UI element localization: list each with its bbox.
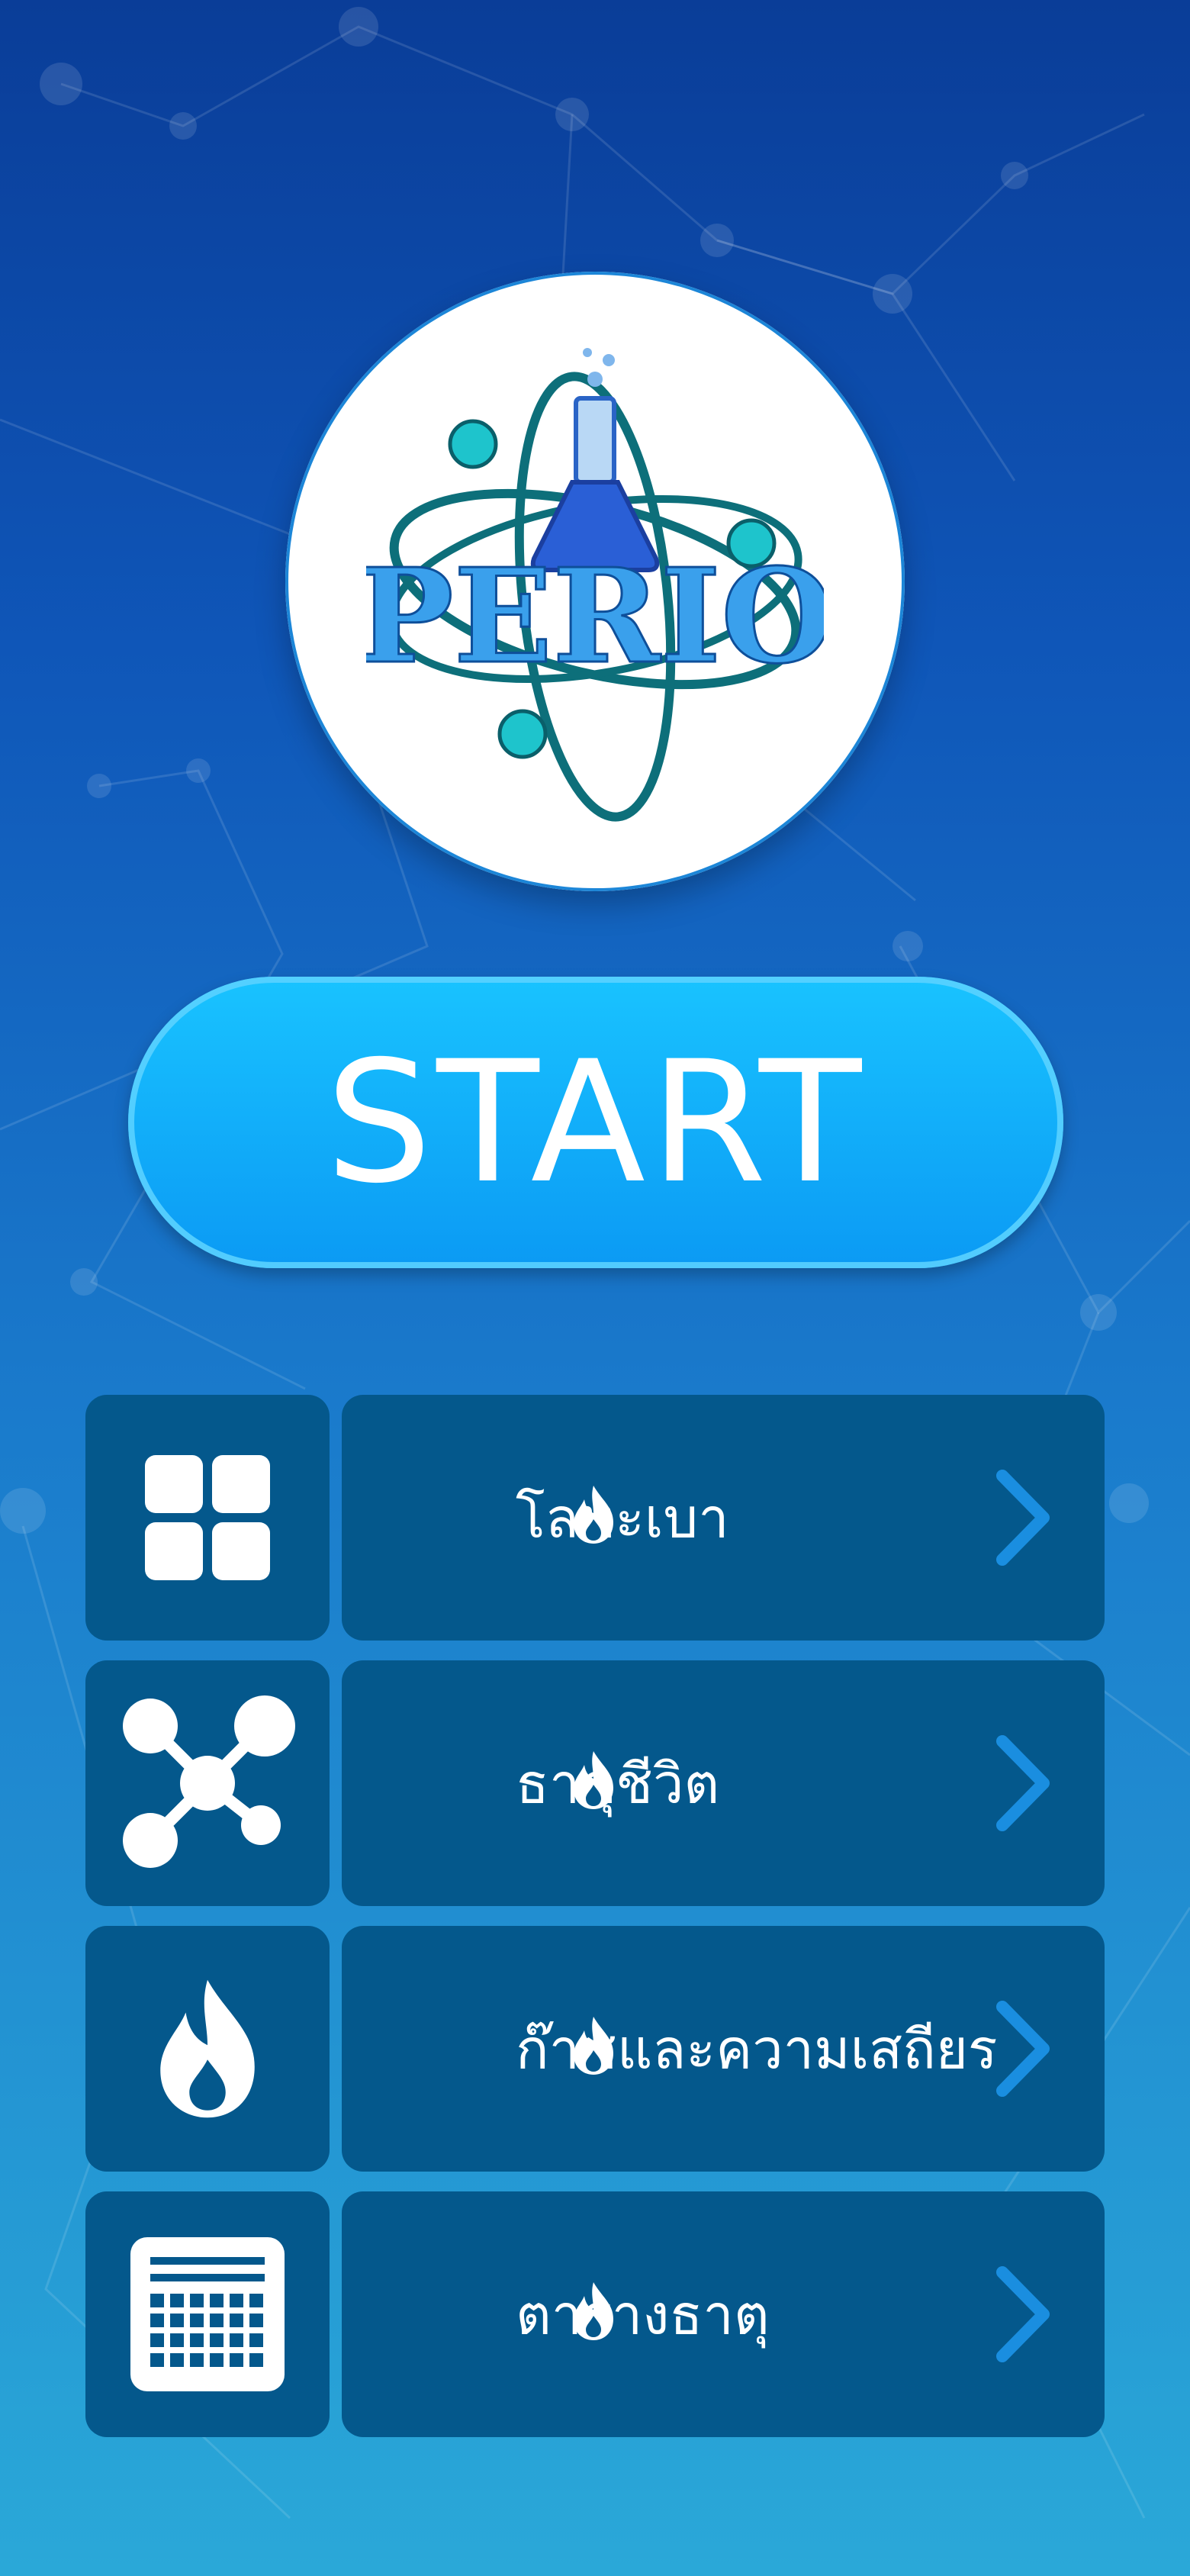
menu-item-label: ตารางธาตุ <box>516 2282 770 2347</box>
flame-icon <box>574 1751 613 1809</box>
flame-icon <box>574 1486 613 1544</box>
periodic-table-icon <box>130 2237 285 2391</box>
flame-icon <box>574 2282 613 2340</box>
grid-icon <box>145 1455 270 1580</box>
flame-icon <box>574 2017 613 2075</box>
start-button[interactable]: START <box>128 977 1063 1268</box>
flame-icon-tile[interactable] <box>85 1926 330 2172</box>
chevron-right-icon <box>996 1735 1050 1831</box>
grid-icon-tile[interactable] <box>85 1395 330 1641</box>
atom-flask-logo-icon: PERIO <box>366 348 824 822</box>
chevron-right-icon <box>996 2001 1050 2097</box>
flame-icon <box>160 1979 255 2118</box>
menu-item-vital-elements[interactable]: ธาตุชีวิต <box>342 1660 1105 1906</box>
start-button-label: START <box>325 1025 867 1220</box>
menu-item-label: ธาตุชีวิต <box>516 1751 720 1816</box>
menu-row-periodic-table: ตารางธาตุ <box>85 2191 1105 2437</box>
menu-row-gases-stability: ก๊าซและความเสถียร <box>85 1926 1105 2172</box>
menu-item-periodic-table[interactable]: ตารางธาตุ <box>342 2191 1105 2437</box>
molecule-icon <box>123 1695 295 1868</box>
menu-item-label: โลหะเบา <box>516 1486 729 1550</box>
chevron-right-icon <box>996 2266 1050 2362</box>
menu-row-vital-elements: ธาตุชีวิต <box>85 1660 1105 1906</box>
chevron-right-icon <box>996 1470 1050 1566</box>
app-logo: PERIO <box>285 272 905 891</box>
menu-item-light-metals[interactable]: โลหะเบา <box>342 1395 1105 1641</box>
logo-text: PERIO <box>366 540 824 693</box>
molecule-icon-tile[interactable] <box>85 1660 330 1906</box>
periodic-table-icon-tile[interactable] <box>85 2191 330 2437</box>
menu-row-light-metals: โลหะเบา <box>85 1395 1105 1641</box>
menu-item-gases-stability[interactable]: ก๊าซและความเสถียร <box>342 1926 1105 2172</box>
